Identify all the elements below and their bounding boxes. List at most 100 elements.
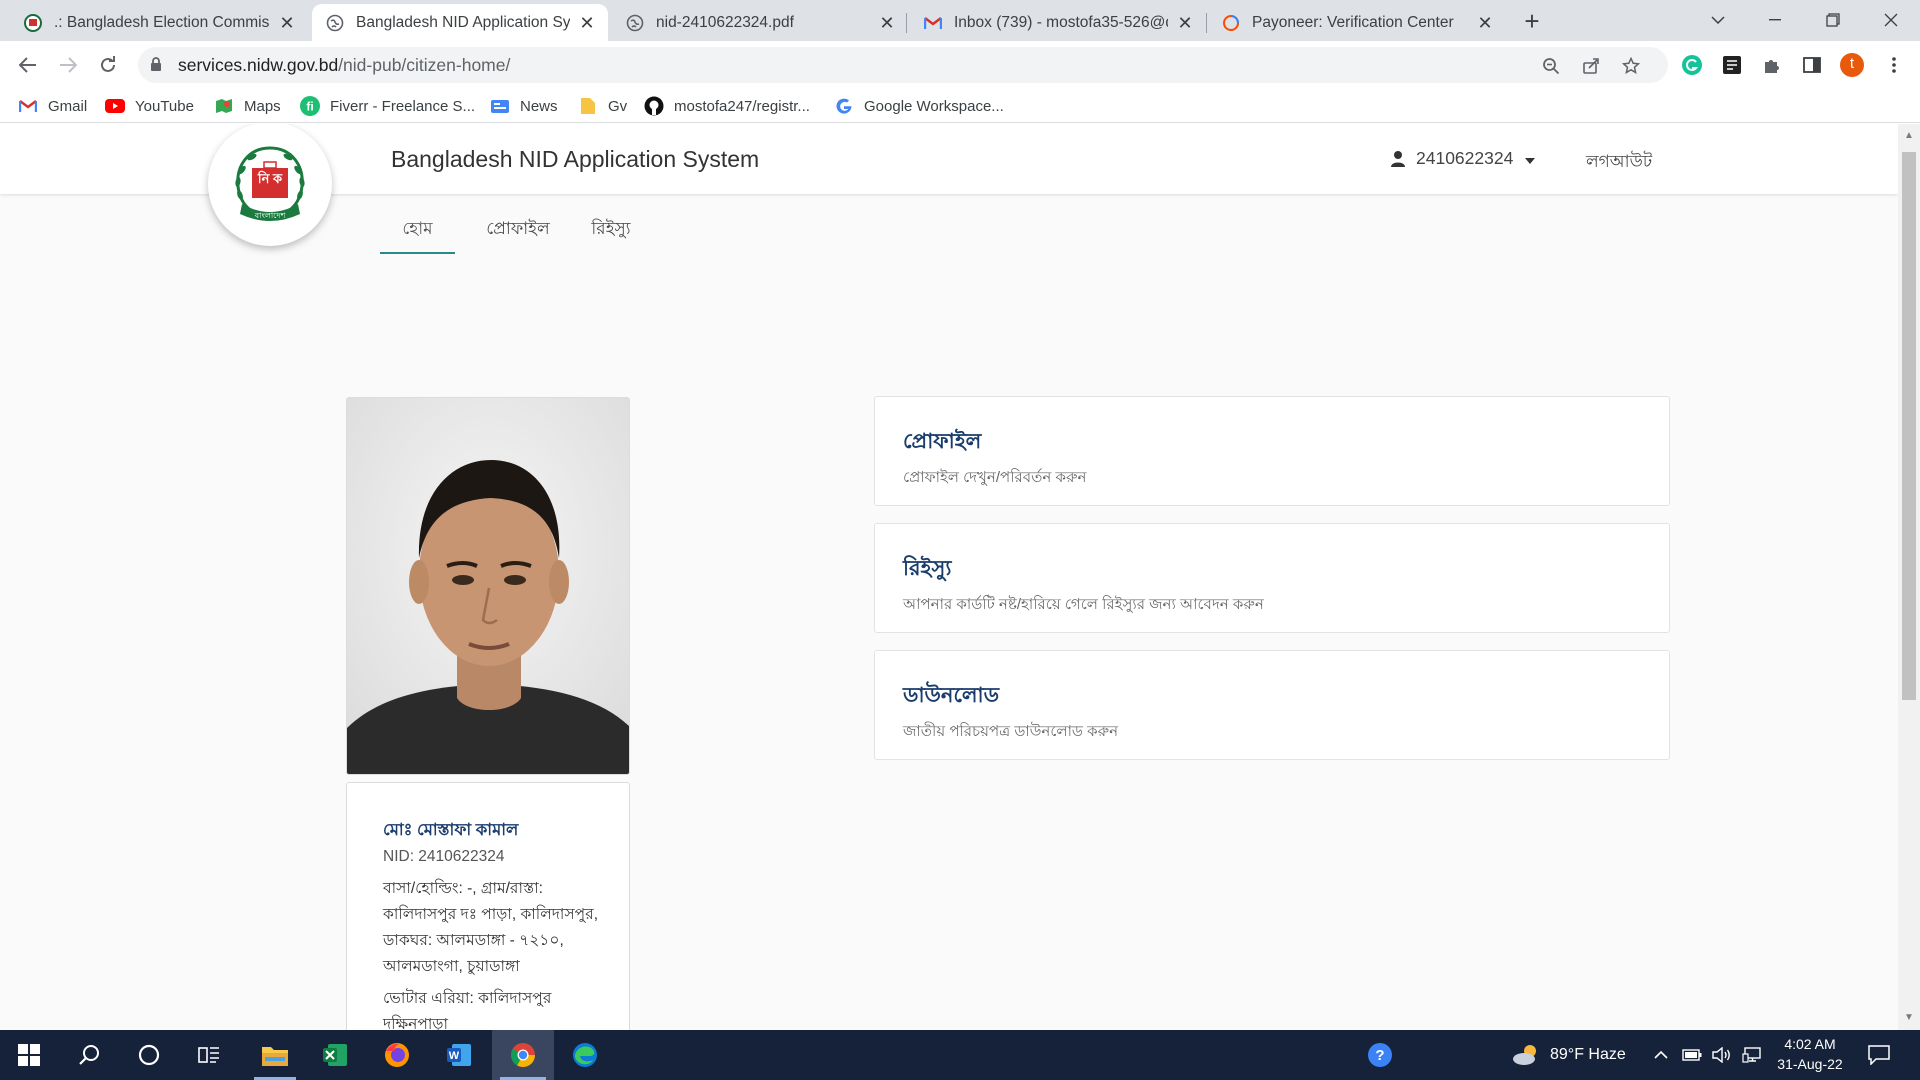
action-card-reissue[interactable]: রিইস্যু আপনার কার্ডটি নষ্ট/হারিয়ে গেলে … [874,523,1670,633]
firefox-icon[interactable] [368,1030,426,1080]
puzzle-extensions-icon[interactable] [1760,53,1784,77]
bookmark-label: Google Workspace... [864,97,1004,115]
close-icon[interactable]: ✕ [1176,14,1194,32]
reload-icon[interactable] [92,49,124,81]
election-commission-logo[interactable]: নি ক বাংলাদেশ [208,124,332,246]
tab-nid-application[interactable]: Bangladesh NID Application System ✕ [312,4,608,41]
bookmark-star-icon[interactable] [1620,55,1642,77]
forward-arrow-icon[interactable] [52,49,84,81]
new-tab-plus-icon[interactable]: + [1518,8,1546,36]
tab-reissue[interactable]: রিইস্যু [580,206,642,254]
cortana-icon[interactable] [120,1030,178,1080]
bookmark-google-workspace[interactable]: Google Workspace... [834,96,1004,116]
citizen-photo-card [346,397,630,775]
bookmark-label: mostofa247/registr... [674,97,810,115]
user-id: 2410622324 [1416,148,1514,168]
notification-center-icon[interactable] [1868,1030,1890,1080]
restore-icon[interactable] [1810,4,1856,36]
bookmark-gmail[interactable]: Gmail [18,96,87,116]
bookmark-label: News [520,97,558,115]
side-panel-icon[interactable] [1800,53,1824,77]
tab-home[interactable]: হোম [380,206,455,254]
minimize-icon[interactable] [1752,4,1798,36]
tab-profile[interactable]: প্রোফাইল [475,206,561,254]
tab-title: Payoneer: Verification Center [1252,13,1454,31]
tab-title: .: Bangladesh Election Commission [54,13,270,31]
weather-widget[interactable]: 89°F Haze [1512,1030,1626,1080]
tab-title: Bangladesh NID Application System [356,13,570,31]
search-icon[interactable] [60,1030,118,1080]
task-view-icon[interactable] [180,1030,238,1080]
svg-text:fi: fi [306,100,313,114]
page-title: Bangladesh NID Application System [391,146,760,172]
zoom-icon[interactable] [1540,55,1562,77]
more-menu-icon[interactable] [1882,53,1906,77]
tab-gmail-inbox[interactable]: Inbox (739) - mostofa35-526@di ✕ [910,4,1206,41]
bookmark-maps[interactable]: Maps [214,96,281,116]
windows-start-icon[interactable] [0,1030,58,1080]
gmail-icon [18,96,38,116]
google-icon [834,96,854,116]
battery-icon[interactable] [1682,1030,1702,1080]
scroll-down-arrow-icon[interactable]: ▼ [1903,1012,1915,1024]
bookmark-github[interactable]: mostofa247/registr... [644,96,810,116]
scroll-up-arrow-icon[interactable]: ▲ [1903,130,1915,142]
citizen-voter-area: ভোটার এরিয়া: কালিদাসপুর দক্ষিনপাড়া [383,990,552,1030]
close-window-icon[interactable] [1868,4,1914,36]
file-explorer-icon[interactable] [246,1030,304,1080]
logo-banner-text: বাংলাদেশ [254,211,286,220]
ec-logo-icon [24,13,42,32]
url-text: services.nidw.gov.bd/nid-pub/citizen-hom… [178,55,511,75]
chrome-taskbar-icon[interactable] [492,1030,554,1080]
page-scrollbar[interactable]: ▲ ▼ [1898,124,1920,1030]
close-icon[interactable]: ✕ [278,14,296,32]
bookmark-youtube[interactable]: YouTube [105,96,194,116]
tab-nid-pdf[interactable]: nid-2410622324.pdf ✕ [612,4,908,41]
back-arrow-icon[interactable] [12,49,44,81]
volume-icon[interactable] [1712,1030,1732,1080]
lock-icon[interactable] [150,57,162,77]
bookmark-news[interactable]: News [490,96,558,116]
globe-icon [326,14,344,32]
close-icon[interactable]: ✕ [878,14,896,32]
show-hidden-icons-chevron[interactable] [1654,1030,1668,1080]
bookmark-fiverr[interactable]: fi Fiverr - Freelance S... [300,96,475,116]
weather-cloud-sun-icon [1512,1043,1540,1067]
fiverr-icon: fi [300,96,320,116]
word-icon[interactable]: W [430,1030,488,1080]
action-card-download[interactable]: ডাউনলোড জাতীয় পরিচয়পত্র ডাউনলোড করুন [874,650,1670,760]
tab-election-commission[interactable]: .: Bangladesh Election Commission ✕ [10,4,308,41]
profile-avatar[interactable]: t [1840,53,1864,77]
close-icon[interactable]: ✕ [578,14,596,32]
close-icon[interactable]: ✕ [1476,14,1494,32]
system-clock[interactable]: 4:02 AM 31-Aug-22 [1768,1034,1852,1074]
action-title: প্রোফাইল [903,430,982,453]
network-icon[interactable] [1742,1030,1762,1080]
tab-search-chevron-icon[interactable] [1695,4,1741,36]
edge-icon[interactable] [556,1030,614,1080]
action-description: জাতীয় পরিচয়পত্র ডাউনলোড করুন [903,723,1119,740]
logout-link[interactable]: লগআউট [1586,149,1652,177]
bookmark-gv-folder[interactable]: Gv [578,96,627,116]
user-menu-dropdown[interactable]: 2410622324 [1390,148,1536,169]
grammarly-extension-icon[interactable] [1680,53,1704,77]
extension-icon[interactable] [1720,53,1744,77]
action-card-profile[interactable]: প্রোফাইল প্রোফাইল দেখুন/পরিবর্তন করুন [874,396,1670,506]
address-bar[interactable]: services.nidw.gov.bd/nid-pub/citizen-hom… [138,47,1668,83]
share-icon[interactable] [1580,55,1602,77]
browser-toolbar: services.nidw.gov.bd/nid-pub/citizen-hom… [0,41,1920,89]
gmail-icon [924,14,942,32]
bookmark-label: YouTube [135,97,194,115]
citizen-info-card: মোঃ মোস্তাফা কামাল NID: 2410622324 বাসা/… [346,782,630,1030]
action-title: রিইস্যু [903,557,952,580]
scrollbar-thumb[interactable] [1902,152,1916,700]
maps-icon [214,96,234,116]
folder-icon [578,96,598,116]
excel-icon[interactable] [306,1030,364,1080]
weather-text: 89°F Haze [1550,1046,1626,1063]
globe-icon [626,14,644,32]
clock-time: 4:02 AM [1784,1036,1836,1052]
action-description: প্রোফাইল দেখুন/পরিবর্তন করুন [903,469,1087,486]
help-tray-icon[interactable]: ? [1366,1030,1394,1080]
tab-payoneer[interactable]: Payoneer: Verification Center ✕ [1208,4,1506,41]
